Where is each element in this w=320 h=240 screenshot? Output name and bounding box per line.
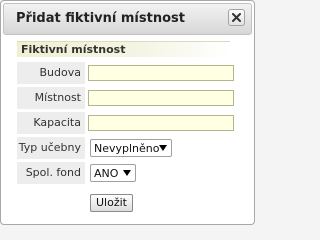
room-input[interactable] <box>88 90 234 106</box>
building-label-cell: Budova <box>17 62 85 84</box>
room-label: Místnost <box>34 91 81 104</box>
room-type-label-cell: Typ učebny <box>17 137 85 159</box>
shared-fund-row: Spol. fond ANO <box>17 162 230 184</box>
room-row: Místnost <box>17 87 234 109</box>
close-x-icon <box>232 13 241 22</box>
room-type-row: Typ učebny Nevyplněno <box>17 137 230 159</box>
building-label: Budova <box>39 66 81 79</box>
room-type-label: Typ učebny <box>18 141 81 154</box>
shared-fund-field-cell: ANO <box>85 162 230 184</box>
capacity-label-cell: Kapacita <box>17 112 85 134</box>
dropdown-arrow-icon <box>159 145 167 151</box>
shared-fund-selected-value: ANO <box>94 167 119 180</box>
room-type-field-cell: Nevyplněno <box>85 137 230 159</box>
close-button[interactable] <box>228 9 245 26</box>
add-fictive-room-dialog: Přidat fiktivní místnost Fiktivní místno… <box>0 0 255 225</box>
room-type-select[interactable]: Nevyplněno <box>90 139 172 157</box>
dropdown-arrow-icon <box>123 170 131 176</box>
building-input[interactable] <box>88 65 234 81</box>
room-field-cell <box>85 87 234 109</box>
capacity-input[interactable] <box>88 115 234 131</box>
capacity-field-cell <box>85 112 234 134</box>
save-button[interactable]: Uložit <box>90 194 133 212</box>
room-label-cell: Místnost <box>17 87 85 109</box>
building-field-cell <box>85 62 234 84</box>
capacity-row: Kapacita <box>17 112 234 134</box>
shared-fund-label-cell: Spol. fond <box>17 162 85 184</box>
shared-fund-select[interactable]: ANO <box>90 164 136 182</box>
section-header: Fiktivní místnost <box>17 41 230 57</box>
room-type-selected-value: Nevyplněno <box>94 142 160 155</box>
shared-fund-label: Spol. fond <box>25 166 81 179</box>
dialog-titlebar[interactable]: Přidat fiktivní místnost <box>3 3 252 35</box>
section-title: Fiktivní místnost <box>21 43 126 56</box>
capacity-label: Kapacita <box>33 116 81 129</box>
building-row: Budova <box>17 62 234 84</box>
dialog-title: Přidat fiktivní místnost <box>16 11 185 26</box>
